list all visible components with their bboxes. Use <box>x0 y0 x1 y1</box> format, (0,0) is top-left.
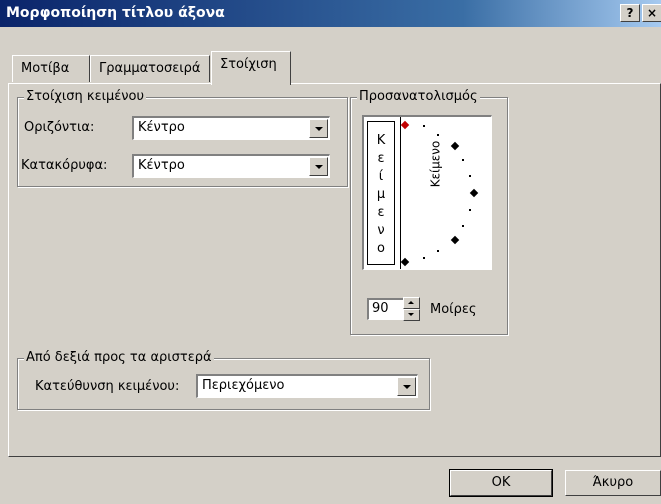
dial-marker-icon <box>450 235 460 245</box>
dial-tick <box>469 209 471 211</box>
help-button[interactable]: ? <box>620 4 640 22</box>
tab-patterns-label: Μοτίβα <box>21 61 70 76</box>
horizontal-dropdown-button[interactable] <box>309 119 328 138</box>
vertical-char: Κ <box>376 133 386 148</box>
rotated-text: Κείμενο <box>428 140 443 188</box>
orientation-legend: Προσανατολισμός <box>357 89 480 104</box>
chevron-up-icon <box>408 301 414 304</box>
dial-tick <box>462 225 464 227</box>
rotation-dial[interactable]: Κείμενο <box>400 117 490 269</box>
dial-tick <box>423 125 425 127</box>
vertical-char: ο <box>377 241 385 256</box>
tab-font[interactable]: Γραμματοσειρά <box>90 55 210 82</box>
vertical-char: ί <box>378 169 384 184</box>
dial-tick <box>469 175 471 177</box>
degrees-down-button[interactable] <box>403 309 420 321</box>
chevron-down-icon <box>403 385 411 389</box>
vertical-char: ε <box>377 205 385 220</box>
chevron-down-icon <box>315 165 323 169</box>
degrees-label: Μοίρες <box>430 302 477 317</box>
vertical-label: Κατακόρυφα: <box>21 158 108 173</box>
direction-dropdown-button[interactable] <box>397 377 416 396</box>
horizontal-value: Κέντρο <box>138 120 185 135</box>
horizontal-label: Οριζόντια: <box>24 120 95 135</box>
horizontal-select[interactable]: Κέντρο <box>132 116 330 140</box>
chevron-down-icon <box>408 313 414 316</box>
orientation-control: Κ ε ί μ ε ν ο Κείμενο <box>362 115 492 270</box>
rotation-handle-icon[interactable] <box>400 120 410 130</box>
dial-tick <box>423 257 425 259</box>
tab-alignment[interactable]: Στοίχιση <box>211 51 291 85</box>
direction-value: Περιεχόμενο <box>202 378 285 393</box>
vertical-select[interactable]: Κέντρο <box>132 154 330 178</box>
direction-select[interactable]: Περιεχόμενο <box>196 374 418 398</box>
vertical-char: μ <box>376 187 386 202</box>
text-alignment-legend: Στοίχιση κειμένου <box>24 89 147 104</box>
rtl-legend: Από δεξιά προς τα αριστερά <box>24 350 214 365</box>
dial-tick <box>437 250 439 252</box>
dial-marker-icon <box>450 141 460 151</box>
degrees-up-button[interactable] <box>403 297 420 309</box>
title-bar: Μορφοποίηση τίτλου άξονα ? × <box>0 0 661 27</box>
vertical-dropdown-button[interactable] <box>309 157 328 176</box>
tab-patterns[interactable]: Μοτίβα <box>12 55 90 82</box>
cancel-button[interactable]: Άκυρο <box>565 470 661 496</box>
vertical-char: ν <box>377 223 385 238</box>
vertical-value: Κέντρο <box>138 158 185 173</box>
degrees-spinner <box>403 297 420 321</box>
dial-tick <box>437 134 439 136</box>
dial-tick <box>462 159 464 161</box>
dial-marker-icon <box>469 188 479 198</box>
dial-marker-icon <box>400 257 410 267</box>
window-title: Μορφοποίηση τίτλου άξονα <box>6 5 225 21</box>
tab-alignment-label: Στοίχιση <box>220 57 277 72</box>
direction-label: Κατεύθυνση κειμένου: <box>35 379 180 394</box>
chevron-down-icon <box>315 127 323 131</box>
close-button[interactable]: × <box>642 4 661 22</box>
vertical-char: ε <box>377 151 385 166</box>
tab-font-label: Γραμματοσειρά <box>99 61 201 76</box>
ok-button[interactable]: OK <box>449 469 553 497</box>
degrees-value: 90 <box>372 301 389 316</box>
vertical-text-button[interactable]: Κ ε ί μ ε ν ο <box>367 121 395 265</box>
